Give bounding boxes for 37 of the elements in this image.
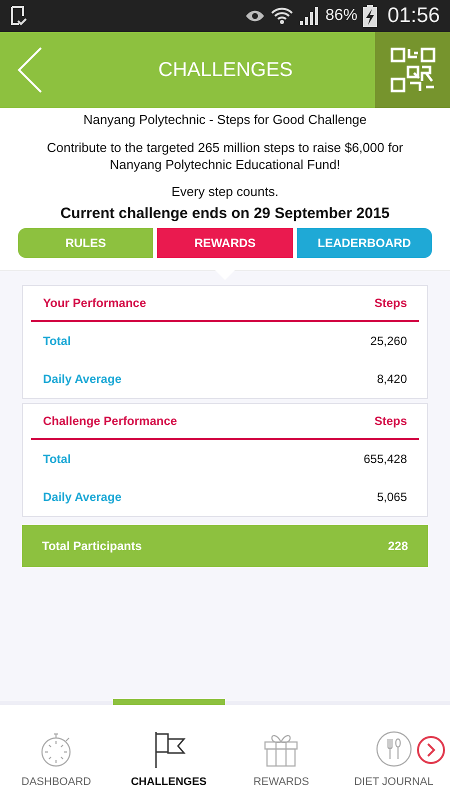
cutlery-icon bbox=[374, 730, 413, 768]
eye-icon bbox=[245, 9, 266, 23]
row-value: 25,260 bbox=[370, 334, 407, 348]
next-button[interactable] bbox=[417, 736, 445, 764]
chevron-right-icon bbox=[425, 743, 437, 757]
challenge-name: Nanyang Polytechnic - Steps for Good Challenge bbox=[83, 112, 367, 127]
row-label: Daily Average bbox=[43, 372, 122, 386]
row-label: Total bbox=[43, 452, 71, 466]
participants-label: Total Participants bbox=[42, 539, 142, 553]
row-value: 5,065 bbox=[376, 490, 407, 504]
row-value: 8,420 bbox=[376, 372, 407, 386]
card-title: Your Performance bbox=[43, 296, 146, 310]
challenge-description: Contribute to the targeted 265 million steps to raise $6,000 for Nanyang Polytechnic Educational Fund! bbox=[46, 139, 404, 173]
battery-level: 86% bbox=[325, 7, 358, 25]
deadline-text: Current challenge ends on 29 September 2015 bbox=[60, 205, 390, 222]
nav-item[interactable]: REWARDS bbox=[225, 705, 338, 800]
qr-code-button[interactable] bbox=[375, 32, 450, 108]
motto-text: Every step counts. bbox=[172, 184, 278, 199]
back-icon bbox=[17, 46, 43, 94]
page-title: CHALLENGES bbox=[157, 58, 294, 82]
card-title: Challenge Performance bbox=[43, 414, 178, 428]
signal-icon bbox=[299, 7, 320, 25]
nav-item[interactable]: DIET JOURNAL bbox=[338, 705, 450, 800]
qr-code-icon bbox=[390, 47, 436, 93]
unit-label: Steps bbox=[374, 296, 407, 310]
unit-label: Steps bbox=[374, 414, 407, 428]
phone-check-icon bbox=[10, 6, 28, 26]
row-label: Daily Average bbox=[43, 490, 122, 504]
nav-item[interactable]: CHALLENGES bbox=[112, 705, 225, 800]
nav-item[interactable]: DASHBOARD bbox=[0, 705, 112, 800]
section-tab[interactable]: REWARDS bbox=[157, 228, 293, 258]
battery-charging-icon bbox=[363, 5, 378, 27]
row-label: Total bbox=[43, 334, 71, 348]
wifi-icon bbox=[271, 6, 294, 26]
clock-time: 01:56 bbox=[387, 4, 440, 28]
row-value: 655,428 bbox=[364, 452, 407, 466]
participants-count: 228 bbox=[388, 539, 408, 553]
